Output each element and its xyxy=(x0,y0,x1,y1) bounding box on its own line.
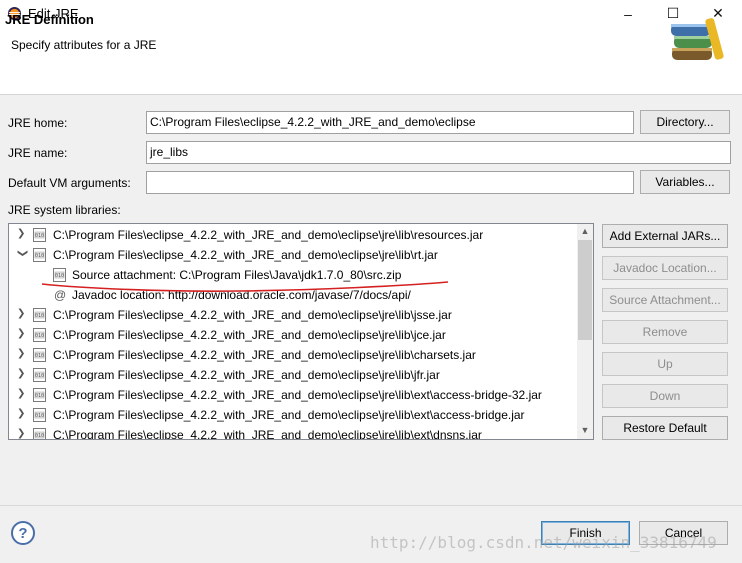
page-title: JRE Definition xyxy=(5,12,94,27)
jar-icon: 010 xyxy=(33,368,46,382)
jre-name-input[interactable]: jre_libs xyxy=(146,141,731,164)
jar-icon: 010 xyxy=(33,248,46,262)
chevron-right-icon[interactable]: ❯ xyxy=(17,389,27,399)
chevron-right-icon[interactable]: ❯ xyxy=(17,229,27,239)
library-path: C:\Program Files\eclipse_4.2.2_with_JRE_… xyxy=(53,248,438,262)
source-attachment-button[interactable]: Source Attachment... xyxy=(602,288,728,312)
up-button[interactable]: Up xyxy=(602,352,728,376)
vm-args-label: Default VM arguments: xyxy=(8,176,131,190)
svg-text:010: 010 xyxy=(35,413,44,419)
library-path: C:\Program Files\eclipse_4.2.2_with_JRE_… xyxy=(53,428,482,440)
tree-row[interactable]: ❯ 010 C:\Program Files\eclipse_4.2.2_wit… xyxy=(9,225,579,245)
chevron-right-icon[interactable]: ❯ xyxy=(17,429,27,439)
tree-row[interactable]: ❯ 010 C:\Program Files\eclipse_4.2.2_wit… xyxy=(9,405,579,425)
jar-icon: 010 xyxy=(33,428,46,439)
scroll-down-icon[interactable]: ▼ xyxy=(577,425,593,437)
chevron-right-icon[interactable]: ❯ xyxy=(17,409,27,419)
svg-text:010: 010 xyxy=(35,253,44,259)
tree-row[interactable]: ❯ 010 C:\Program Files\eclipse_4.2.2_wit… xyxy=(9,365,579,385)
svg-text:010: 010 xyxy=(35,393,44,399)
watermark-text: http://blog.csdn.net/weixin_33816749 xyxy=(370,533,717,552)
tree-scrollbar-thumb[interactable] xyxy=(578,240,592,340)
directory-button[interactable]: Directory... xyxy=(640,110,730,134)
libraries-label: JRE system libraries: xyxy=(8,203,121,217)
javadoc-location-button[interactable]: Javadoc Location... xyxy=(602,256,728,280)
jar-icon: 010 xyxy=(33,308,46,322)
chevron-right-icon[interactable]: ❯ xyxy=(17,309,27,319)
library-path: C:\Program Files\eclipse_4.2.2_with_JRE_… xyxy=(53,328,446,342)
jre-home-label: JRE home: xyxy=(8,116,68,130)
help-icon[interactable]: ? xyxy=(11,521,35,545)
add-external-jars-button[interactable]: Add External JARs... xyxy=(602,224,728,248)
annotation-underline xyxy=(41,281,449,292)
jre-home-input[interactable]: C:\Program Files\eclipse_4.2.2_with_JRE_… xyxy=(146,111,634,134)
library-path: C:\Program Files\eclipse_4.2.2_with_JRE_… xyxy=(53,388,542,402)
variables-button[interactable]: Variables... xyxy=(640,170,730,194)
down-button[interactable]: Down xyxy=(602,384,728,408)
libraries-tree[interactable]: ❯ 010 C:\Program Files\eclipse_4.2.2_wit… xyxy=(8,223,594,440)
page-description: Specify attributes for a JRE xyxy=(11,38,157,52)
svg-text:010: 010 xyxy=(35,313,44,319)
library-path: C:\Program Files\eclipse_4.2.2_with_JRE_… xyxy=(53,368,440,382)
jar-icon: 010 xyxy=(33,328,46,342)
library-path: C:\Program Files\eclipse_4.2.2_with_JRE_… xyxy=(53,408,525,422)
vm-args-input[interactable] xyxy=(146,171,634,194)
restore-default-button[interactable]: Restore Default xyxy=(602,416,728,440)
chevron-right-icon[interactable]: ❯ xyxy=(17,369,27,379)
tree-row[interactable]: ❯ 010 C:\Program Files\eclipse_4.2.2_wit… xyxy=(9,385,579,405)
jre-name-label: JRE name: xyxy=(8,146,68,160)
tree-row[interactable]: ❯ 010 C:\Program Files\eclipse_4.2.2_wit… xyxy=(9,425,579,440)
minimize-button[interactable]: – xyxy=(605,0,651,27)
tree-row[interactable]: ❯ 010 C:\Program Files\eclipse_4.2.2_wit… xyxy=(9,345,579,365)
jar-icon: 010 xyxy=(33,228,46,242)
footer-divider xyxy=(0,505,742,506)
svg-text:010: 010 xyxy=(35,373,44,379)
tree-row-rt-jar[interactable]: ❯ 010 C:\Program Files\eclipse_4.2.2_wit… xyxy=(9,245,579,265)
tree-row[interactable]: ❯ 010 C:\Program Files\eclipse_4.2.2_wit… xyxy=(9,305,579,325)
chevron-right-icon[interactable]: ❯ xyxy=(17,329,27,339)
jar-icon: 010 xyxy=(33,348,46,362)
jar-icon: 010 xyxy=(33,408,46,422)
scroll-up-icon[interactable]: ▲ xyxy=(577,226,593,238)
library-path: C:\Program Files\eclipse_4.2.2_with_JRE_… xyxy=(53,228,484,242)
chevron-down-icon[interactable]: ❯ xyxy=(17,249,28,259)
library-path: C:\Program Files\eclipse_4.2.2_with_JRE_… xyxy=(53,308,452,322)
remove-button[interactable]: Remove xyxy=(602,320,728,344)
books-icon xyxy=(671,18,724,60)
svg-text:010: 010 xyxy=(35,353,44,359)
jar-icon: 010 xyxy=(33,388,46,402)
svg-text:010: 010 xyxy=(35,233,44,239)
svg-text:010: 010 xyxy=(35,433,44,439)
library-path-prefix: C:\Program Files\eclipse_4.2.2_with_JRE_… xyxy=(53,248,414,262)
library-path: C:\Program Files\eclipse_4.2.2_with_JRE_… xyxy=(53,348,476,362)
chevron-right-icon[interactable]: ❯ xyxy=(17,349,27,359)
svg-text:010: 010 xyxy=(35,333,44,339)
library-path-highlight: rt.jar xyxy=(413,248,438,262)
tree-row[interactable]: ❯ 010 C:\Program Files\eclipse_4.2.2_wit… xyxy=(9,325,579,345)
